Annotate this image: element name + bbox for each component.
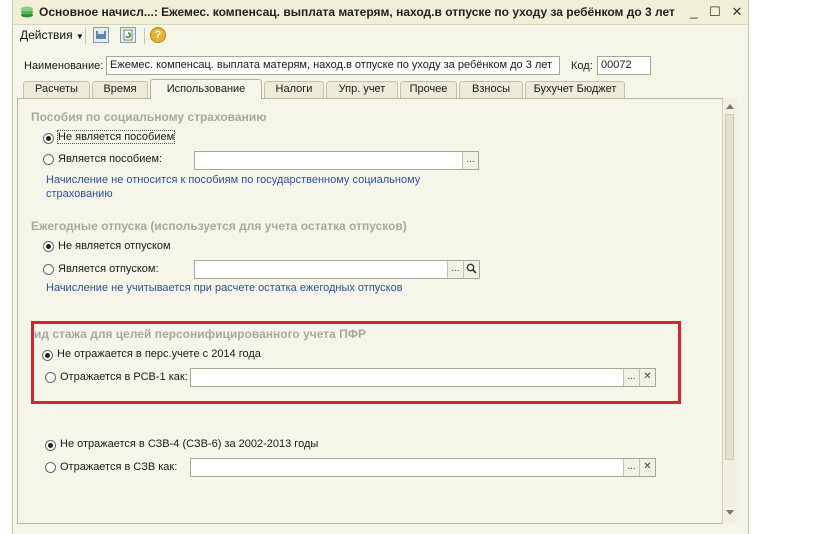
tab-calculations[interactable]: Расчеты [23, 81, 90, 98]
vacation-search-button[interactable] [463, 261, 479, 278]
tab-taxes[interactable]: Налоги [264, 81, 324, 98]
help-button[interactable]: ? [150, 27, 166, 43]
name-row: Наименование: Ежемес. компенсац. выплата… [13, 56, 748, 78]
benefit-no-label[interactable]: Не является пособием [56, 130, 176, 144]
benefit-no-radio[interactable] [43, 133, 54, 144]
window-title: Основное начисл...: Ежемес. компенсац. в… [39, 5, 675, 19]
tab-strip: Расчеты Время Использование Налоги Упр. … [23, 79, 743, 99]
code-field[interactable]: 00072 [597, 56, 651, 75]
scroll-up-icon[interactable] [726, 104, 734, 109]
refresh-icon[interactable] [120, 27, 136, 43]
name-field[interactable]: Ежемес. компенсац. выплата матерям, нахо… [106, 56, 560, 75]
szv-no-label[interactable]: Не отражается в СЗВ-4 (СЗВ-6) за 2002-20… [60, 438, 318, 450]
vacation-yes-label[interactable]: Является отпуском: [58, 263, 159, 275]
close-button[interactable]: ✕ [729, 4, 745, 20]
vacation-select-button[interactable]: ... [447, 261, 463, 278]
name-label: Наименование: [24, 60, 104, 72]
vacation-section-header: Ежегодные отпуска (используется для учет… [31, 219, 407, 233]
scroll-thumb[interactable] [725, 114, 734, 460]
dropdown-arrow-icon: ▼ [75, 32, 84, 41]
tab-time[interactable]: Время [92, 81, 148, 98]
vertical-scrollbar[interactable] [722, 98, 737, 524]
szv-type-field[interactable]: ... ✕ [190, 458, 656, 477]
tab-budget-accounting[interactable]: Бухучет Бюджет [525, 81, 625, 98]
scroll-down-icon[interactable] [726, 510, 734, 515]
benefit-select-button[interactable]: ... [462, 152, 478, 169]
actions-label: Действия [20, 28, 73, 42]
benefit-yes-label[interactable]: Является пособием: [58, 153, 162, 165]
search-icon [466, 263, 477, 274]
highlight-frame [31, 321, 681, 404]
benefits-section-header: Пособия по социальному страхованию [31, 110, 267, 124]
save-icon[interactable] [93, 27, 109, 43]
benefit-type-field[interactable]: ... [194, 151, 479, 170]
szv-no-radio[interactable] [45, 440, 56, 451]
tab-contributions[interactable]: Взносы [459, 81, 523, 98]
code-label: Код: [571, 60, 593, 72]
tab-other[interactable]: Прочее [400, 81, 457, 98]
maximize-button[interactable]: ☐ [707, 4, 723, 20]
save-icon-glyph [96, 31, 106, 39]
vacation-yes-radio[interactable] [43, 264, 54, 275]
app-logo-icon [21, 6, 33, 18]
benefits-note: Начисление не относится к пособиям по го… [46, 174, 421, 200]
tab-management-accounting[interactable]: Упр. учет [326, 81, 398, 98]
toolbar-separator [85, 28, 86, 44]
refresh-icon-glyph [123, 29, 133, 41]
toolbar-separator [144, 28, 145, 44]
vacation-no-radio[interactable] [43, 241, 54, 252]
title-bar: Основное начисл...: Ежемес. компенсац. в… [13, 0, 748, 25]
tab-usage[interactable]: Использование [150, 79, 262, 99]
benefit-yes-radio[interactable] [43, 154, 54, 165]
vacation-no-label[interactable]: Не является отпуском [58, 240, 171, 252]
vacation-type-field[interactable]: ... [194, 260, 480, 279]
szv-yes-label[interactable]: Отражается в СЗВ как: [60, 461, 177, 473]
toolbar: Действия ▼ ? [13, 25, 748, 47]
szv-clear-button[interactable]: ✕ [639, 459, 655, 476]
szv-yes-radio[interactable] [45, 462, 56, 473]
szv-select-button[interactable]: ... [623, 459, 639, 476]
actions-menu[interactable]: Действия ▼ [20, 28, 84, 42]
minimize-button[interactable]: _ [686, 4, 702, 20]
vacation-note: Начисление не учитывается при расчете ос… [46, 282, 403, 294]
